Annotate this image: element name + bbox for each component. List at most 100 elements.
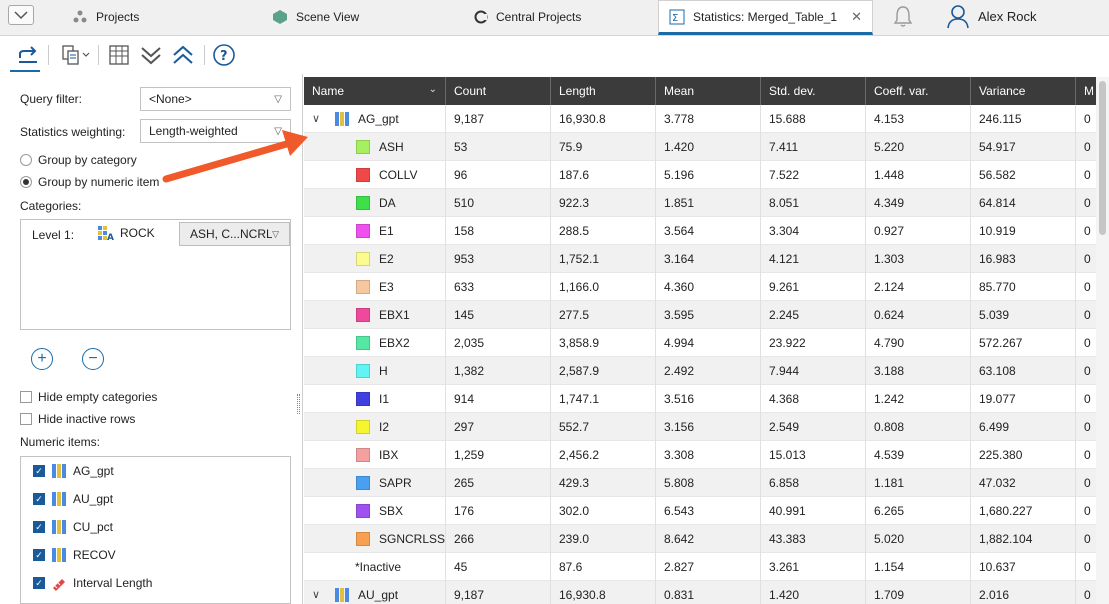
columns-button[interactable] xyxy=(106,42,132,68)
expand-collapse-chevron-icon[interactable]: ∨ xyxy=(312,112,320,125)
table-row[interactable]: COLLV 96 187.6 5.196 7.522 1.448 56.582 0 xyxy=(304,161,1096,189)
expand-collapse-chevron-icon[interactable]: ∨ xyxy=(312,588,320,601)
collapse-all-button[interactable] xyxy=(170,42,196,68)
group-by-numeric-radio[interactable]: Group by numeric item xyxy=(20,175,159,189)
column-header-std-dev[interactable]: Std. dev. xyxy=(761,77,866,105)
close-tab-button[interactable]: ✕ xyxy=(851,9,862,25)
table-row-inactive[interactable]: *Inactive 45 87.6 2.827 3.261 1.154 10.637 0 xyxy=(304,553,1096,581)
table-row[interactable]: EBX1 145 277.5 3.595 2.245 0.624 5.039 0 xyxy=(304,301,1096,329)
category-name: EBX2 xyxy=(379,336,410,350)
table-group-row[interactable]: ∨ AG_gpt 9,187 16,930.8 3.778 15.688 4.153 246.… xyxy=(304,105,1096,133)
table-row[interactable]: DA 510 922.3 1.851 8.051 4.349 64.814 0 xyxy=(304,189,1096,217)
table-row[interactable]: I1 914 1,747.1 3.516 4.368 1.242 19.077 0 xyxy=(304,385,1096,413)
column-header-length[interactable]: Length xyxy=(551,77,656,105)
column-header-coeff-var[interactable]: Coeff. var. xyxy=(866,77,971,105)
cell-name: E1 xyxy=(304,217,446,245)
checkbox-indicator xyxy=(20,413,32,425)
central-projects-icon xyxy=(474,10,488,24)
table-row[interactable]: SAPR 265 429.3 5.808 6.858 1.181 47.032 0 xyxy=(304,469,1096,497)
chevron-down-icon[interactable]: ⌄ xyxy=(429,84,437,95)
cell-m: 0 xyxy=(1076,245,1096,273)
cell-mean: 3.778 xyxy=(656,105,761,133)
category-color-swatch xyxy=(356,392,370,406)
table-row[interactable]: E3 633 1,166.0 4.360 9.261 2.124 85.770 0 xyxy=(304,273,1096,301)
category-name: SBX xyxy=(379,504,404,518)
numeric-item-au-gpt[interactable]: ✓ AU_gpt xyxy=(33,491,113,507)
column-header-label: Name xyxy=(312,84,345,98)
add-level-button[interactable]: + xyxy=(31,348,53,370)
hide-empty-checkbox[interactable]: Hide empty categories xyxy=(20,390,157,404)
category-name: ASH xyxy=(379,140,404,154)
remove-level-button[interactable]: − xyxy=(82,348,104,370)
export-button[interactable] xyxy=(14,42,42,68)
cell-cv: 1.154 xyxy=(866,553,971,581)
cell-m: 0 xyxy=(1076,413,1096,441)
level-values-select[interactable]: ASH, C...NCRLSS... ▽ xyxy=(179,222,290,246)
splitter-handle[interactable] xyxy=(297,394,300,414)
table-row[interactable]: SGNCRLSS 266 239.0 8.642 43.383 5.020 1,882.10… xyxy=(304,525,1096,553)
group-by-category-radio[interactable]: Group by category xyxy=(20,153,137,167)
scene-view-icon xyxy=(273,10,287,24)
numeric-items-list: ✓ AG_gpt ✓ AU_gpt ✓ CU_pct ✓ RECOV ✓ Int… xyxy=(20,456,291,604)
table-row[interactable]: I2 297 552.7 3.156 2.549 0.808 6.499 0 xyxy=(304,413,1096,441)
cell-mean: 3.164 xyxy=(656,245,761,273)
checkbox-checked[interactable]: ✓ xyxy=(33,549,45,561)
copy-dropdown-button[interactable] xyxy=(56,42,94,68)
statistics-table: Name ⌄ Count Length Mean Std. dev. Coeff… xyxy=(304,77,1096,604)
cell-var: 225.380 xyxy=(971,441,1076,469)
numeric-item-cu-pct[interactable]: ✓ CU_pct xyxy=(33,519,113,535)
column-header-m[interactable]: M xyxy=(1076,77,1096,105)
cell-name: SBX xyxy=(304,497,446,525)
tab-projects[interactable]: Projects xyxy=(72,0,139,34)
column-header-count[interactable]: Count xyxy=(446,77,551,105)
table-row[interactable]: E1 158 288.5 3.564 3.304 0.927 10.919 0 xyxy=(304,217,1096,245)
tab-statistics[interactable]: Σ Statistics: Merged_Table_1 ✕ xyxy=(658,0,873,35)
numeric-column-icon xyxy=(52,520,66,534)
scrollbar-thumb[interactable] xyxy=(1099,81,1106,235)
table-row[interactable]: EBX2 2,035 3,858.9 4.994 23.922 4.790 572.267 0 xyxy=(304,329,1096,357)
cell-m: 0 xyxy=(1076,133,1096,161)
tab-scene-view[interactable]: Scene View xyxy=(272,0,359,34)
cell-cv: 6.265 xyxy=(866,497,971,525)
checkbox-checked[interactable]: ✓ xyxy=(33,493,45,505)
cell-count: 176 xyxy=(446,497,551,525)
weighting-select[interactable]: Length-weighted ▽ xyxy=(140,119,291,143)
table-row[interactable]: H 1,382 2,587.9 2.492 7.944 3.188 63.108 0 xyxy=(304,357,1096,385)
checkbox-checked[interactable]: ✓ xyxy=(33,465,45,477)
cell-cv: 4.539 xyxy=(866,441,971,469)
checkbox-label: Hide empty categories xyxy=(38,390,158,404)
tab-central-projects[interactable]: Central Projects xyxy=(474,0,581,34)
user-account[interactable]: Alex Rock xyxy=(946,3,1037,29)
column-header-mean[interactable]: Mean xyxy=(656,77,761,105)
table-group-row[interactable]: ∨ AU_gpt 9,187 16,930.8 0.831 1.420 1.709 2.016… xyxy=(304,581,1096,604)
category-name: H xyxy=(379,364,388,378)
category-color-swatch xyxy=(356,196,370,210)
notifications-bell-icon[interactable] xyxy=(892,4,914,31)
group-name: AU_gpt xyxy=(358,588,399,602)
main-menu-button[interactable] xyxy=(8,5,34,25)
expand-all-button[interactable] xyxy=(138,42,164,68)
checkbox-checked[interactable]: ✓ xyxy=(33,521,45,533)
column-header-variance[interactable]: Variance xyxy=(971,77,1076,105)
numeric-item-interval-length[interactable]: ✓ Interval Length xyxy=(33,575,152,591)
tab-label: Statistics: Merged_Table_1 xyxy=(693,9,838,24)
help-button[interactable]: ? xyxy=(211,42,237,68)
category-name: E2 xyxy=(379,252,394,266)
cell-mean: 3.595 xyxy=(656,301,761,329)
checkbox-checked[interactable]: ✓ xyxy=(33,577,45,589)
table-row[interactable]: IBX 1,259 2,456.2 3.308 15.013 4.539 225.380 0 xyxy=(304,441,1096,469)
table-row[interactable]: SBX 176 302.0 6.543 40.991 6.265 1,680.227 0 xyxy=(304,497,1096,525)
table-row[interactable]: E2 953 1,752.1 3.164 4.121 1.303 16.983 0 xyxy=(304,245,1096,273)
level-column[interactable]: A ROCK xyxy=(97,225,155,241)
cell-name: COLLV xyxy=(304,161,446,189)
column-header-name[interactable]: Name ⌄ xyxy=(304,77,446,105)
numeric-item-recov[interactable]: ✓ RECOV xyxy=(33,547,116,563)
query-filter-select[interactable]: <None> ▽ xyxy=(140,87,291,111)
table-row[interactable]: ASH 53 75.9 1.420 7.411 5.220 54.917 0 xyxy=(304,133,1096,161)
numeric-item-ag-gpt[interactable]: ✓ AG_gpt xyxy=(33,463,114,479)
cell-count: 265 xyxy=(446,469,551,497)
cell-std: 15.013 xyxy=(761,441,866,469)
hide-inactive-checkbox[interactable]: Hide inactive rows xyxy=(20,412,135,426)
vertical-scrollbar[interactable] xyxy=(1096,77,1109,604)
cell-length: 288.5 xyxy=(551,217,656,245)
